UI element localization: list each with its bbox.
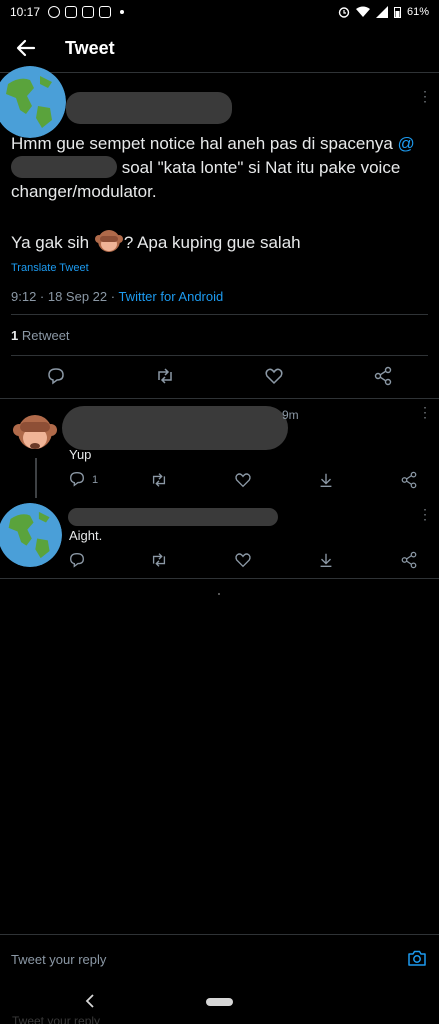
avatar[interactable] xyxy=(0,66,66,138)
reply-time: 9m xyxy=(282,408,299,422)
status-time: 10:17 xyxy=(10,5,41,19)
retweet-icon[interactable] xyxy=(150,471,168,489)
back-arrow-icon[interactable] xyxy=(14,36,38,60)
reply-icon[interactable] xyxy=(68,551,86,569)
reply-icon[interactable] xyxy=(46,366,66,386)
tweet-actions xyxy=(0,366,439,388)
more-icon[interactable]: ⋮ xyxy=(418,405,432,419)
status-bar: 10:17 61% xyxy=(0,0,439,24)
share-icon[interactable] xyxy=(400,471,418,489)
replies-divider xyxy=(0,578,439,579)
header-divider xyxy=(0,72,439,73)
reply-text: Aight. xyxy=(69,528,103,543)
page-title: Tweet xyxy=(65,38,115,58)
notification-icon xyxy=(65,6,78,18)
monkey-emoji xyxy=(13,415,57,449)
reply-avatar[interactable] xyxy=(12,410,58,456)
tweet-timestamp: 9:12 · 18 Sep 22 · xyxy=(11,289,119,304)
nav-back-icon[interactable] xyxy=(84,994,96,1008)
share-icon[interactable] xyxy=(373,366,393,386)
camera-icon[interactable] xyxy=(407,949,427,967)
signal-icon xyxy=(375,6,388,18)
reply-avatar[interactable] xyxy=(0,503,62,567)
notification-icons xyxy=(48,6,125,18)
redacted-author-name xyxy=(66,92,232,124)
share-icon[interactable] xyxy=(400,551,418,569)
redacted-reply-author xyxy=(62,406,288,450)
redacted-mention xyxy=(11,156,117,178)
ghost-reply-text: Tweet your reply xyxy=(12,1014,101,1024)
tweet-text-part: ? Apa kuping gue salah xyxy=(123,233,301,252)
download-icon[interactable] xyxy=(317,471,335,489)
redacted-reply-author xyxy=(68,508,278,526)
system-icons: 61% xyxy=(338,6,429,18)
wifi-icon xyxy=(355,6,370,17)
nav-home-pill[interactable] xyxy=(206,998,233,1006)
translate-tweet-link[interactable]: Translate Tweet xyxy=(11,262,89,274)
top-app-bar: Tweet xyxy=(0,30,439,70)
loading-indicator xyxy=(218,593,220,595)
reply-composer[interactable]: Tweet your reply xyxy=(0,934,439,978)
monkey-emoji xyxy=(94,230,123,252)
more-icon[interactable]: ⋮ xyxy=(418,507,432,521)
tweet-text-part: Hmm gue sempet notice hal aneh pas di sp… xyxy=(11,134,398,153)
like-icon[interactable] xyxy=(264,366,284,386)
notification-icon xyxy=(82,6,95,18)
alarm-icon xyxy=(338,7,350,18)
download-icon[interactable] xyxy=(317,551,335,569)
more-icon[interactable]: ⋮ xyxy=(418,89,432,103)
tweet-source-link[interactable]: Twitter for Android xyxy=(118,289,223,304)
reply-icon[interactable] xyxy=(68,470,86,488)
battery-icon xyxy=(393,7,401,18)
more-notifications-dot xyxy=(120,10,125,14)
tweet-meta: 9:12 · 18 Sep 22 · Twitter for Android xyxy=(11,289,223,304)
reply-input[interactable]: Tweet your reply xyxy=(11,952,106,967)
globe-avatar xyxy=(0,66,66,138)
like-icon[interactable] xyxy=(234,471,252,489)
retweet-label: Retweet xyxy=(18,328,70,343)
notification-icon xyxy=(99,6,112,18)
notification-icon xyxy=(48,6,61,18)
tweet-text-part: Ya gak sih xyxy=(11,233,94,252)
reply-text: Yup xyxy=(69,447,92,462)
retweet-icon[interactable] xyxy=(155,366,175,386)
stats-divider xyxy=(11,355,428,356)
thread-line xyxy=(35,458,37,498)
reply-count: 1 xyxy=(92,474,99,486)
meta-divider xyxy=(11,314,428,315)
globe-avatar xyxy=(0,503,62,567)
battery-level: 61% xyxy=(406,6,429,18)
like-icon[interactable] xyxy=(234,551,252,569)
tweet-body: Hmm gue sempet notice hal aneh pas di sp… xyxy=(11,132,431,255)
mention-prefix: @ xyxy=(397,134,415,153)
actions-divider xyxy=(0,398,439,399)
retweet-stats[interactable]: 1 Retweet xyxy=(11,328,70,343)
retweet-icon[interactable] xyxy=(150,551,168,569)
